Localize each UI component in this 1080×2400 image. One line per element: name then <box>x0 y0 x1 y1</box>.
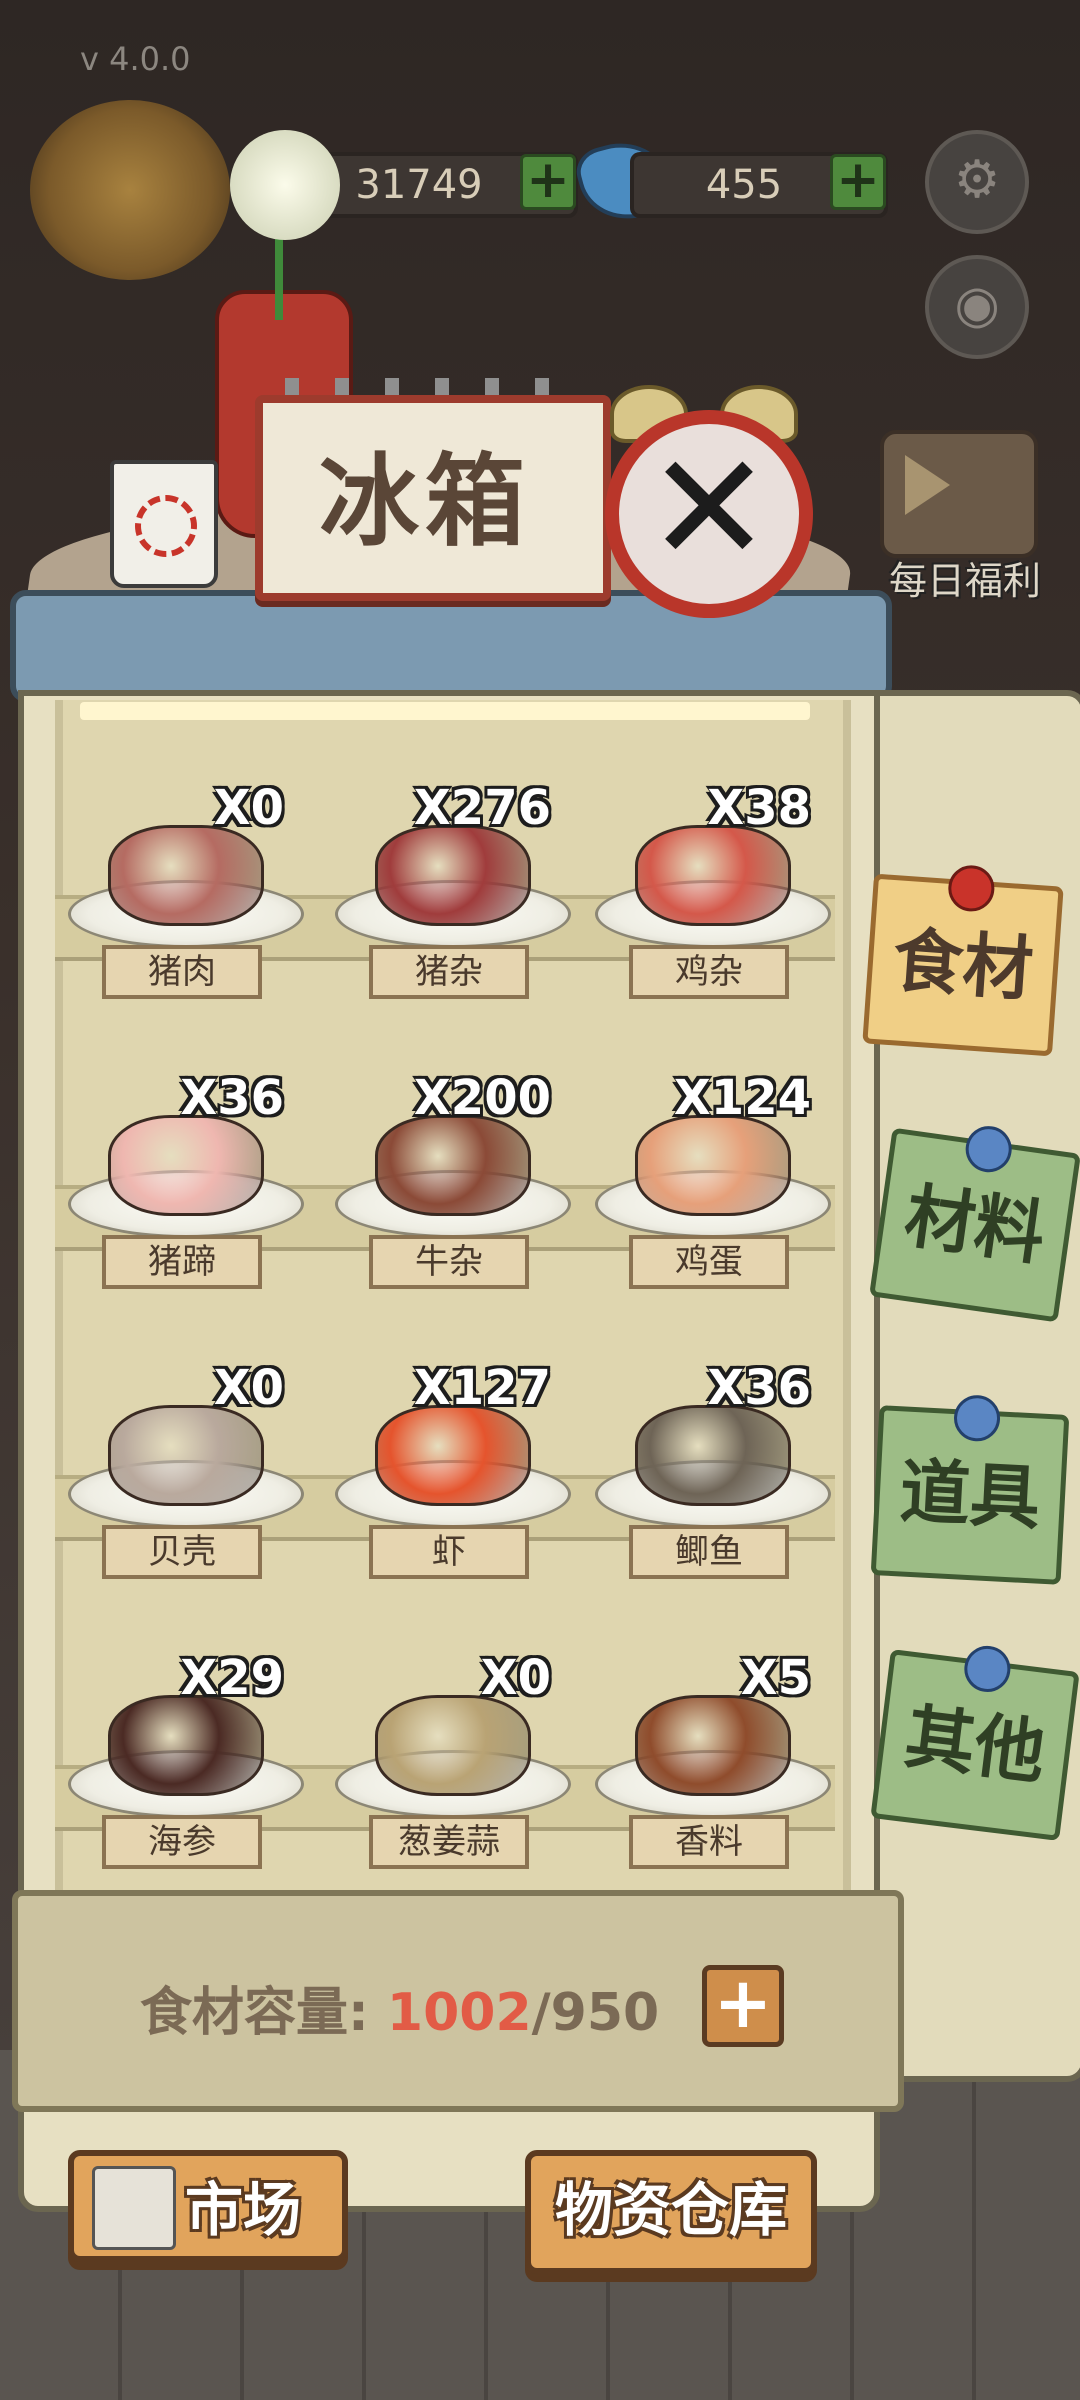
page-title: 冰箱 <box>319 443 531 560</box>
coin-count: 31749 <box>355 162 483 208</box>
item-count: X36 <box>707 1360 811 1416</box>
tab-label: 材料 <box>899 1174 1051 1276</box>
ingredient-item[interactable]: X36 猪蹄 <box>68 1070 304 1300</box>
item-count: X200 <box>413 1070 551 1126</box>
food-icon <box>635 1695 791 1796</box>
item-name-label: 葱姜蒜 <box>369 1815 529 1869</box>
rose-stem <box>275 230 283 320</box>
ingredient-item[interactable]: X29 海参 <box>68 1650 304 1880</box>
tab-props[interactable]: 道具 <box>870 1394 1070 1585</box>
ingredient-item[interactable]: X200 牛杂 <box>335 1070 571 1300</box>
capacity-current: 1002 <box>386 1983 532 2043</box>
food-icon <box>108 825 264 926</box>
food-icon <box>375 825 531 926</box>
ingredient-item[interactable]: X36 鲫鱼 <box>595 1360 831 1590</box>
mug-pattern <box>135 495 197 557</box>
food-icon <box>635 1405 791 1506</box>
tab-other[interactable]: 其他 <box>870 1643 1080 1841</box>
item-name-label: 香料 <box>629 1815 789 1869</box>
ingredient-item[interactable]: X276 猪杂 <box>335 780 571 1010</box>
warehouse-button-label: 物资仓库 <box>554 2176 787 2244</box>
warehouse-button[interactable]: 物资仓库 <box>525 2150 817 2274</box>
add-gems-button[interactable]: + <box>830 154 886 210</box>
item-name-label: 虾 <box>369 1525 529 1579</box>
ingredient-item[interactable]: X0 贝壳 <box>68 1360 304 1590</box>
version-label: v 4.0.0 <box>80 40 191 78</box>
market-button-label: 市场 <box>184 2176 301 2244</box>
food-icon <box>375 1695 531 1796</box>
add-coins-button[interactable]: + <box>520 154 576 210</box>
food-icon <box>375 1115 531 1216</box>
market-button[interactable]: 市场 <box>68 2150 348 2262</box>
tab-label: 道具 <box>897 1450 1043 1540</box>
market-stall-icon <box>92 2166 176 2250</box>
item-name-label: 鸡蛋 <box>629 1235 789 1289</box>
food-icon <box>108 1405 264 1506</box>
food-icon <box>635 825 791 926</box>
item-count: X38 <box>707 780 811 836</box>
capacity-label: 食材容量: <box>140 1983 369 2043</box>
capacity-text: 食材容量: 1002/950 <box>140 1970 659 2045</box>
ingredient-item[interactable]: X127 虾 <box>335 1360 571 1590</box>
item-count: X0 <box>213 780 284 836</box>
rose-icon <box>230 130 340 240</box>
ingredient-item[interactable]: X5 香料 <box>595 1650 831 1880</box>
food-icon <box>375 1405 531 1506</box>
tab-ingredients[interactable]: 食材 <box>862 863 1064 1057</box>
item-name-label: 贝壳 <box>102 1525 262 1579</box>
ingredient-item[interactable]: X0 猪肉 <box>68 780 304 1010</box>
item-name-label: 海参 <box>102 1815 262 1869</box>
settings-gear-icon[interactable]: ⚙ <box>925 130 1029 234</box>
capacity-max: /950 <box>531 1983 660 2043</box>
food-icon <box>635 1115 791 1216</box>
food-icon <box>108 1115 264 1216</box>
daily-welfare-tv-icon[interactable] <box>880 430 1038 558</box>
tab-label: 食材 <box>890 919 1036 1011</box>
close-button[interactable]: ✕ <box>605 410 813 618</box>
tab-materials[interactable]: 材料 <box>869 1123 1080 1323</box>
item-count: X276 <box>413 780 551 836</box>
tab-label: 其他 <box>900 1695 1050 1795</box>
item-count: X36 <box>180 1070 284 1126</box>
item-count: X124 <box>673 1070 811 1126</box>
item-count: X127 <box>413 1360 551 1416</box>
item-count: X29 <box>180 1650 284 1706</box>
ingredient-item[interactable]: X124 鸡蛋 <box>595 1070 831 1300</box>
fridge-light <box>80 702 810 720</box>
item-name-label: 鸡杂 <box>629 945 789 999</box>
item-count: X0 <box>480 1650 551 1706</box>
fridge-top <box>10 590 892 702</box>
gem-count: 455 <box>705 162 783 208</box>
item-name-label: 鲫鱼 <box>629 1525 789 1579</box>
expand-capacity-button[interactable]: + <box>702 1965 784 2047</box>
item-count: X5 <box>740 1650 811 1706</box>
play-icon <box>905 455 950 515</box>
ingredient-item[interactable]: X38 鸡杂 <box>595 780 831 1010</box>
item-name-label: 猪蹄 <box>102 1235 262 1289</box>
ingredient-item[interactable]: X0 葱姜蒜 <box>335 1650 571 1880</box>
food-icon <box>108 1695 264 1796</box>
item-name-label: 猪肉 <box>102 945 262 999</box>
item-count: X0 <box>213 1360 284 1416</box>
camera-icon[interactable]: ◉ <box>925 255 1029 359</box>
restaurant-badge-icon[interactable] <box>30 100 230 280</box>
item-name-label: 猪杂 <box>369 945 529 999</box>
item-name-label: 牛杂 <box>369 1235 529 1289</box>
